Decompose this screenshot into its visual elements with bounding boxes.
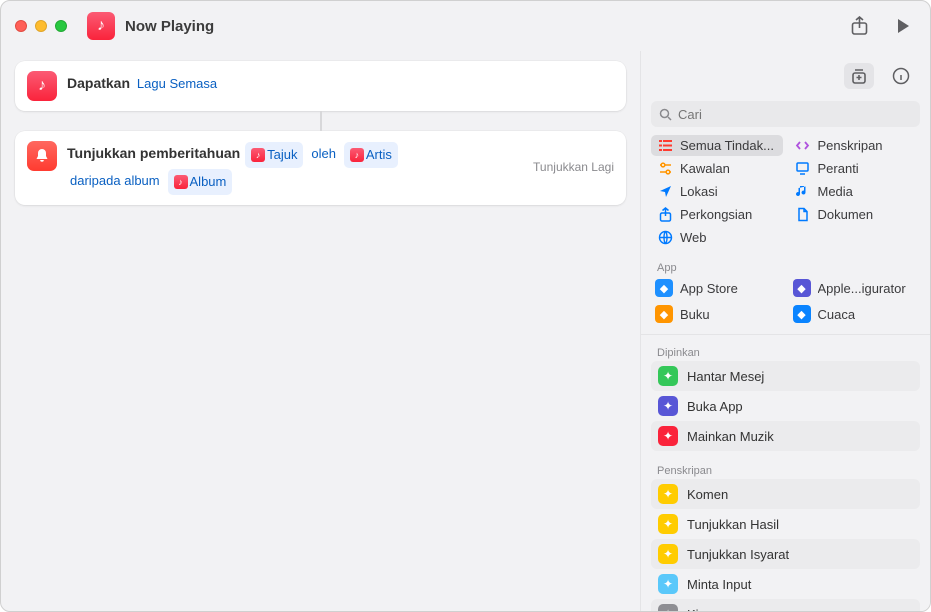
script-list: ✦Komen✦Tunjukkan Hasil✦Tunjukkan Isyarat…	[641, 479, 930, 611]
action-show-notification[interactable]: Tunjukkan pemberitahuan ♪Tajuk oleh ♪Art…	[15, 131, 626, 205]
search-field[interactable]	[651, 101, 920, 127]
action-icon: ✦	[658, 396, 678, 416]
list-icon	[657, 138, 673, 153]
token-current-song[interactable]: Lagu Semasa	[135, 71, 219, 96]
pinned-mainkan-muzik[interactable]: ✦Mainkan Muzik	[651, 421, 920, 451]
app-apple-igurator[interactable]: ◆Apple...igurator	[789, 276, 921, 300]
action-get-current-song[interactable]: ♪ Dapatkan Lagu Semasa	[15, 61, 626, 111]
category-dokumen[interactable]: Dokumen	[789, 204, 921, 225]
workflow-title: Now Playing	[125, 18, 214, 35]
share-icon	[657, 207, 673, 222]
app-buku[interactable]: ◆Buku	[651, 302, 783, 326]
action-icon: ✦	[658, 604, 678, 611]
app-cuaca[interactable]: ◆Cuaca	[789, 302, 921, 326]
app-app-store[interactable]: ◆App Store	[651, 276, 783, 300]
close-button[interactable]	[15, 20, 27, 32]
show-more-button[interactable]: Tunjukkan Lagi	[523, 157, 614, 179]
action-icon: ✦	[658, 484, 678, 504]
code-icon	[795, 138, 811, 153]
script-komen[interactable]: ✦Komen	[651, 479, 920, 509]
loc-icon	[657, 184, 673, 199]
search-input[interactable]	[678, 107, 912, 122]
workflow-editor: ♪ Dapatkan Lagu Semasa Tunjukkan pemberi…	[1, 51, 640, 611]
category-media[interactable]: Media	[789, 181, 921, 202]
app-icon: ◆	[793, 279, 811, 297]
label-from-album: daripada album	[68, 168, 162, 193]
app-icon: ◆	[793, 305, 811, 323]
pinned-list: ✦Hantar Mesej✦Buka App✦Mainkan Muzik	[641, 361, 930, 451]
web-icon	[657, 230, 673, 245]
device-icon	[795, 161, 811, 176]
category-semua-tindak-[interactable]: Semua Tindak...	[651, 135, 783, 156]
section-apps: App	[641, 254, 930, 276]
category-web[interactable]: Web	[651, 227, 783, 248]
action-verb: Tunjukkan pemberitahuan	[67, 145, 240, 161]
script-kira[interactable]: ✦Kira	[651, 599, 920, 611]
titlebar: ♪ Now Playing	[1, 1, 930, 51]
workflow-icon: ♪	[87, 12, 115, 40]
note-icon	[795, 184, 811, 199]
action-icon: ✦	[658, 544, 678, 564]
library-sidebar: Semua Tindak... Penskripan Kawalan Peranti L…	[640, 51, 930, 611]
script-minta-input[interactable]: ✦Minta Input	[651, 569, 920, 599]
slider-icon	[657, 161, 673, 176]
app-icon: ◆	[655, 305, 673, 323]
share-button[interactable]	[846, 15, 872, 37]
script-tunjukkan-hasil[interactable]: ✦Tunjukkan Hasil	[651, 509, 920, 539]
run-button[interactable]	[890, 15, 916, 37]
pinned-hantar-mesej[interactable]: ✦Hantar Mesej	[651, 361, 920, 391]
token-album[interactable]: ♪Album	[168, 169, 233, 194]
action-icon: ✦	[658, 574, 678, 594]
action-icon: ✦	[658, 426, 678, 446]
zoom-button[interactable]	[55, 20, 67, 32]
category-lokasi[interactable]: Lokasi	[651, 181, 783, 202]
category-peranti[interactable]: Peranti	[789, 158, 921, 179]
action-icon: ✦	[658, 514, 678, 534]
category-grid: Semua Tindak... Penskripan Kawalan Peranti L…	[641, 135, 930, 254]
token-title[interactable]: ♪Tajuk	[245, 142, 303, 167]
music-icon: ♪	[27, 71, 57, 101]
section-pinned: Dipinkan	[641, 339, 930, 361]
divider	[641, 334, 930, 335]
section-scripting: Penskripan	[641, 457, 930, 479]
bell-icon	[27, 141, 57, 171]
label-by: oleh	[309, 141, 338, 166]
category-kawalan[interactable]: Kawalan	[651, 158, 783, 179]
doc-icon	[795, 207, 811, 222]
info-button[interactable]	[886, 63, 916, 89]
action-icon: ✦	[658, 366, 678, 386]
action-verb: Dapatkan	[67, 75, 130, 91]
search-icon	[659, 108, 672, 121]
action-connector	[15, 111, 626, 131]
library-tab-button[interactable]	[844, 63, 874, 89]
app-window: ♪ Now Playing ♪ Dapatkan Lagu Semasa	[0, 0, 931, 612]
window-controls	[15, 20, 67, 32]
script-tunjukkan-isyarat[interactable]: ✦Tunjukkan Isyarat	[651, 539, 920, 569]
sidebar-toolbar	[641, 51, 930, 101]
category-penskripan[interactable]: Penskripan	[789, 135, 921, 156]
app-icon: ◆	[655, 279, 673, 297]
app-grid: ◆App Store◆Apple...igurator◆Buku◆Cuaca	[641, 276, 930, 330]
minimize-button[interactable]	[35, 20, 47, 32]
token-artist[interactable]: ♪Artis	[344, 142, 398, 167]
pinned-buka-app[interactable]: ✦Buka App	[651, 391, 920, 421]
category-perkongsian[interactable]: Perkongsian	[651, 204, 783, 225]
